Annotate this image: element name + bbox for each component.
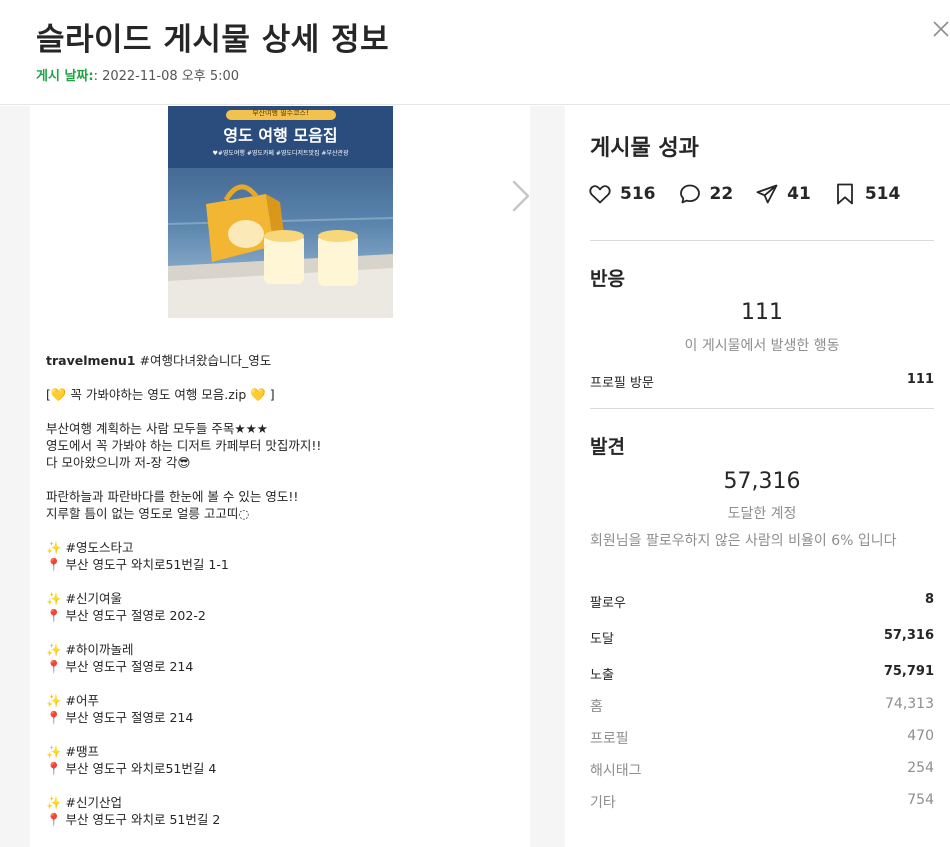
shares-stat: 41 (755, 182, 811, 206)
comment-icon (679, 184, 700, 204)
reaction-title: 반응 (590, 268, 625, 290)
engagement-stats: 516 22 41 514 (588, 182, 922, 206)
caption-place-tag: ✨ #영도스타고 (46, 540, 134, 555)
caption-username[interactable]: travelmenu1 (46, 353, 135, 368)
impressions-row-other: 기타 754 (590, 792, 934, 812)
post-date-label: 게시 날짜: (36, 69, 94, 84)
caption-place-address: 📍 부산 영도구 와치로51번길 1-1 (46, 557, 229, 572)
row-label: 기타 (590, 795, 616, 811)
next-slide-chevron-icon[interactable] (508, 178, 534, 214)
caption-place: ✨ #하이까놀레 📍 부산 영도구 절영로 214 (46, 641, 516, 675)
caption-place-tag: ✨ #어푸 (46, 693, 100, 708)
reaction-count: 111 (741, 300, 783, 325)
caption-place-address: 📍 부산 영도구 절영로 214 (46, 659, 194, 674)
saves-count: 514 (864, 184, 901, 204)
shares-count: 41 (787, 184, 811, 204)
caption-place-tag: ✨ #땡프 (46, 744, 100, 759)
post-image-banner-title: 영도 여행 모음집 (223, 126, 338, 145)
caption-place-address: 📍 부산 영도구 절영로 214 (46, 710, 194, 725)
caption-line: [💛 꼭 가봐야하는 영도 여행 모음.zip 💛 ] (46, 387, 275, 402)
row-label: 도달 (590, 632, 614, 647)
impressions-row-home: 홈 74,313 (590, 696, 934, 716)
caption-place-tag: ✨ #신기여울 (46, 591, 123, 606)
caption-place-tag: ✨ #신기산업 (46, 795, 123, 810)
post-caption: travelmenu1 #여행다녀왔습니다_영도 [💛 꼭 가봐야하는 영도 여… (46, 352, 516, 845)
post-image-hashtags: ♥#영도여행 #영도카페 #영도디저트맛집 #부산관광 (212, 150, 349, 157)
caption-line: 부산여행 계획하는 사람 모두들 주목★★★ (46, 421, 269, 436)
caption-paragraph: [💛 꼭 가봐야하는 영도 여행 모음.zip 💛 ] (46, 386, 516, 403)
post-date: 게시 날짜:: 2022-11-08 오후 5:00 (36, 65, 239, 84)
row-value: 470 (907, 728, 934, 744)
caption-place: ✨ #신기산업 📍 부산 영도구 와치로 51번길 2 (46, 794, 516, 828)
caption-line: 다 모아왔으니까 저-장 각😎 (46, 455, 191, 470)
row-label: 홈 (590, 699, 603, 715)
row-label: 팔로우 (590, 596, 626, 611)
row-label: 노출 (590, 668, 614, 683)
performance-title: 게시물 성과 (590, 136, 699, 161)
bookmark-icon (836, 183, 853, 205)
close-icon[interactable] (930, 18, 950, 40)
caption-place: ✨ #영도스타고 📍 부산 영도구 와치로51번길 1-1 (46, 539, 516, 573)
caption-line: 지루할 틈이 없는 영도로 얼릉 고고띠◌ (46, 506, 250, 521)
row-value: 8 (924, 592, 934, 607)
row-value: 75,791 (883, 664, 934, 679)
caption-text: #여행다녀왔습니다_영도 (139, 353, 272, 368)
caption-paragraph: 부산여행 계획하는 사람 모두들 주목★★★ 영도에서 꼭 가봐야 하는 디저트… (46, 420, 516, 471)
discovery-note: 회원님을 팔로우하지 않은 사람의 비율이 6% 입니다 (590, 533, 897, 549)
caption-line: 영도에서 꼭 가봐야 하는 디저트 카페부터 맛집까지!! (46, 438, 322, 453)
impressions-row-hashtags: 해시태그 254 (590, 760, 934, 780)
post-image-banner-top: 부산여행 필수코스! (252, 109, 309, 117)
discovery-count: 57,316 (723, 469, 801, 494)
discovery-row-reach: 도달 57,316 (590, 628, 934, 647)
saves-stat: 514 (833, 182, 901, 206)
reaction-description: 이 게시물에서 발생한 행동 (684, 338, 840, 354)
discovery-row-follows: 팔로우 8 (590, 592, 934, 611)
row-label: 프로필 방문 (590, 376, 654, 391)
row-value: 111 (906, 372, 934, 387)
likes-stat: 516 (588, 182, 656, 206)
caption-place-address: 📍 부산 영도구 와치로 51번길 2 (46, 812, 221, 827)
caption-line: 파란하늘과 파란바다를 한눈에 볼 수 있는 영도!! (46, 489, 299, 504)
caption-paragraph: 파란하늘과 파란바다를 한눈에 볼 수 있는 영도!! 지루할 틈이 없는 영도… (46, 488, 516, 522)
row-value: 74,313 (885, 696, 934, 712)
post-slide-image: 부산여행 필수코스! 영도 여행 모음집 ♥#영도여행 #영도카페 #영도디저트… (168, 106, 393, 318)
comments-count: 22 (709, 184, 734, 204)
comments-stat: 22 (678, 182, 734, 206)
divider (590, 240, 934, 241)
caption-first-line: travelmenu1 #여행다녀왔습니다_영도 (46, 352, 516, 369)
row-value: 254 (907, 760, 934, 776)
row-value: 57,316 (883, 628, 934, 643)
send-icon (756, 184, 778, 204)
divider (590, 408, 934, 409)
post-date-value: : 2022-11-08 오후 5:00 (93, 69, 240, 84)
caption-place: ✨ #어푸 📍 부산 영도구 절영로 214 (46, 692, 516, 726)
heart-icon (589, 185, 611, 204)
discovery-description: 도달한 계정 (727, 506, 797, 522)
discovery-row-impressions: 노출 75,791 (590, 664, 934, 683)
page-title: 슬라이드 게시물 상세 정보 (36, 22, 390, 58)
impressions-row-profile: 프로필 470 (590, 728, 934, 748)
reaction-row-profile-visits: 프로필 방문 111 (590, 372, 934, 391)
caption-place: ✨ #땡프 📍 부산 영도구 와치로51번길 4 (46, 743, 516, 777)
row-value: 754 (907, 792, 934, 808)
discovery-title: 발견 (590, 436, 625, 458)
caption-place-tag: ✨ #하이까놀레 (46, 642, 134, 657)
likes-count: 516 (620, 184, 656, 204)
row-label: 프로필 (590, 731, 629, 747)
caption-place-address: 📍 부산 영도구 절영로 202-2 (46, 608, 206, 623)
row-label: 해시태그 (590, 763, 642, 779)
caption-place: ✨ #신기여울 📍 부산 영도구 절영로 202-2 (46, 590, 516, 624)
caption-place-address: 📍 부산 영도구 와치로51번길 4 (46, 761, 217, 776)
modal-header: 슬라이드 게시물 상세 정보 게시 날짜:: 2022-11-08 오후 5:0… (0, 0, 950, 105)
